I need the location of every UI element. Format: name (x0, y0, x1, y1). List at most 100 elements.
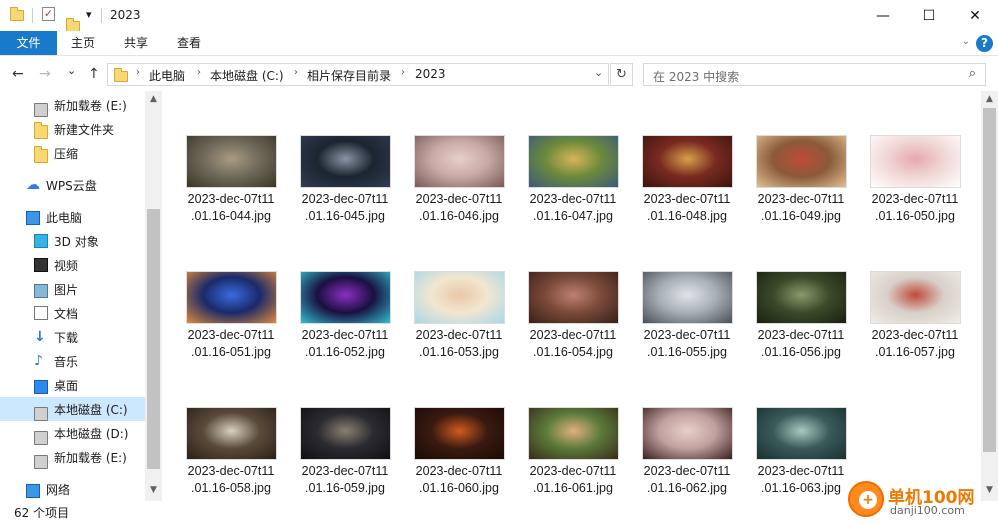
search-input[interactable]: 在 2023 中搜索 ⌕ (643, 63, 986, 86)
drive-icon (34, 103, 48, 117)
breadcrumb-this-pc[interactable]: 此电脑 (149, 67, 185, 84)
image-thumbnail[interactable] (186, 135, 277, 188)
sidebar-item[interactable]: 此电脑 (0, 205, 145, 229)
file-item[interactable]: 2023-dec-07t11.01.16-061.jpg (516, 407, 630, 501)
close-button[interactable]: ✕ (952, 0, 998, 31)
tab-share[interactable]: 共享 (112, 31, 160, 55)
file-name: 2023-dec-07t11.01.16-060.jpg (415, 464, 503, 495)
image-thumbnail[interactable] (642, 271, 733, 324)
address-dropdown-icon[interactable]: ⌄ (594, 66, 603, 79)
file-item[interactable]: 2023-dec-07t11.01.16-056.jpg (744, 271, 858, 401)
recent-locations-icon[interactable]: ⌄ (67, 64, 76, 77)
file-item[interactable]: 2023-dec-07t11.01.16-048.jpg (630, 135, 744, 265)
sidebar-item[interactable]: 本地磁盘 (D:) (0, 421, 145, 445)
sidebar-item[interactable]: 3D 对象 (0, 229, 145, 253)
sidebar-item[interactable]: 本地磁盘 (C:) (0, 397, 145, 421)
sidebar-item[interactable]: ♪ 音乐 (0, 349, 145, 373)
image-thumbnail[interactable] (300, 271, 391, 324)
scroll-up-icon[interactable]: ▲ (981, 94, 998, 104)
image-thumbnail[interactable] (414, 271, 505, 324)
breadcrumb-separator-icon[interactable]: › (197, 67, 201, 78)
forward-button[interactable]: → (39, 66, 51, 82)
quick-access-dropdown-icon[interactable]: ▾ (86, 8, 92, 21)
sidebar-item[interactable]: ↓ 下载 (0, 325, 145, 349)
sidebar-scrollbar[interactable]: ▲ ▼ (145, 91, 162, 501)
ribbon-collapse-icon[interactable]: ⌄ (962, 36, 970, 47)
image-thumbnail[interactable] (870, 271, 961, 324)
sidebar-item[interactable]: 视频 (0, 253, 145, 277)
image-thumbnail[interactable] (528, 407, 619, 460)
breadcrumb-separator-icon[interactable]: › (136, 67, 140, 78)
file-item[interactable]: 2023-dec-07t11.01.16-051.jpg (174, 271, 288, 401)
sidebar-item[interactable]: ☁ WPS云盘 (0, 173, 145, 197)
file-item[interactable]: 2023-dec-07t11.01.16-057.jpg (858, 271, 972, 401)
file-item[interactable]: 2023-dec-07t11.01.16-060.jpg (402, 407, 516, 501)
sidebar-item[interactable]: 文档 (0, 301, 145, 325)
tab-view[interactable]: 查看 (165, 31, 213, 55)
image-thumbnail[interactable] (642, 407, 733, 460)
image-thumbnail[interactable] (186, 271, 277, 324)
file-item[interactable]: 2023-dec-07t11.01.16-044.jpg (174, 135, 288, 265)
scroll-down-icon[interactable]: ▼ (145, 485, 162, 495)
file-item[interactable]: 2023-dec-07t11.01.16-046.jpg (402, 135, 516, 265)
image-thumbnail[interactable] (756, 135, 847, 188)
image-thumbnail[interactable] (186, 407, 277, 460)
image-thumbnail[interactable] (300, 407, 391, 460)
file-item[interactable]: 2023-dec-07t11.01.16-058.jpg (174, 407, 288, 501)
image-thumbnail[interactable] (756, 271, 847, 324)
file-item[interactable]: 2023-dec-07t11.01.16-052.jpg (288, 271, 402, 401)
help-icon[interactable]: ? (976, 35, 993, 52)
watermark-logo: + 单机100网 danji100.com (848, 481, 998, 523)
sidebar-item[interactable]: 新加载卷 (E:) (0, 445, 145, 469)
maximize-button[interactable]: ☐ (906, 0, 952, 31)
image-thumbnail[interactable] (300, 135, 391, 188)
sidebar-item[interactable]: 图片 (0, 277, 145, 301)
image-thumbnail[interactable] (528, 271, 619, 324)
scrollbar-thumb[interactable] (147, 209, 160, 469)
search-icon[interactable]: ⌕ (969, 66, 976, 81)
back-button[interactable]: ← (12, 66, 24, 82)
image-thumbnail[interactable] (642, 135, 733, 188)
sidebar-item-label: 新建文件夹 (54, 123, 115, 137)
music-icon: ♪ (34, 353, 43, 369)
sidebar-item[interactable]: 网络 (0, 477, 145, 501)
properties-icon[interactable]: ✓ (42, 7, 55, 21)
content-scrollbar[interactable]: ▲ ▼ (981, 91, 998, 501)
divider (101, 8, 102, 23)
file-name: 2023-dec-07t11.01.16-048.jpg (643, 192, 731, 223)
breadcrumb-separator-icon[interactable]: › (294, 67, 298, 78)
sidebar-item[interactable]: 压缩 (0, 141, 145, 165)
tab-file[interactable]: 文件 (0, 31, 57, 55)
file-item[interactable]: 2023-dec-07t11.01.16-062.jpg (630, 407, 744, 501)
image-thumbnail[interactable] (414, 135, 505, 188)
tab-home[interactable]: 主页 (59, 31, 107, 55)
image-thumbnail[interactable] (414, 407, 505, 460)
breadcrumb-separator-icon[interactable]: › (401, 67, 405, 78)
file-item[interactable]: 2023-dec-07t11.01.16-049.jpg (744, 135, 858, 265)
sidebar-item[interactable]: 新建文件夹 (0, 117, 145, 141)
file-item[interactable]: 2023-dec-07t11.01.16-053.jpg (402, 271, 516, 401)
file-item[interactable]: 2023-dec-07t11.01.16-054.jpg (516, 271, 630, 401)
sidebar-item[interactable]: 新加载卷 (E:) (0, 93, 145, 117)
image-thumbnail[interactable] (756, 407, 847, 460)
file-item[interactable]: 2023-dec-07t11.01.16-047.jpg (516, 135, 630, 265)
breadcrumb-local-disk-c[interactable]: 本地磁盘 (C:) (210, 67, 284, 84)
breadcrumb-2023[interactable]: 2023 (415, 67, 446, 81)
navigation-bar: ← → ⌄ ↑ › 此电脑 › 本地磁盘 (C:) › 相片保存目前录 › 20… (0, 57, 998, 91)
file-item[interactable]: 2023-dec-07t11.01.16-050.jpg (858, 135, 972, 265)
image-thumbnail[interactable] (528, 135, 619, 188)
file-item[interactable]: 2023-dec-07t11.01.16-059.jpg (288, 407, 402, 501)
file-item[interactable]: 2023-dec-07t11.01.16-055.jpg (630, 271, 744, 401)
scrollbar-thumb[interactable] (983, 108, 996, 452)
file-item[interactable]: 2023-dec-07t11.01.16-045.jpg (288, 135, 402, 265)
item-count: 62 个项目 (14, 506, 70, 520)
image-thumbnail[interactable] (870, 135, 961, 188)
breadcrumb-photo-folder[interactable]: 相片保存目前录 (307, 67, 391, 84)
scroll-up-icon[interactable]: ▲ (145, 94, 162, 104)
address-bar[interactable]: › 此电脑 › 本地磁盘 (C:) › 相片保存目前录 › 2023 ⌄ (107, 63, 609, 86)
file-item[interactable]: 2023-dec-07t11.01.16-063.jpg (744, 407, 858, 501)
sidebar-item[interactable]: 桌面 (0, 373, 145, 397)
minimize-button[interactable]: — (860, 0, 906, 31)
refresh-button[interactable]: ↻ (610, 63, 633, 86)
up-button[interactable]: ↑ (88, 66, 100, 82)
